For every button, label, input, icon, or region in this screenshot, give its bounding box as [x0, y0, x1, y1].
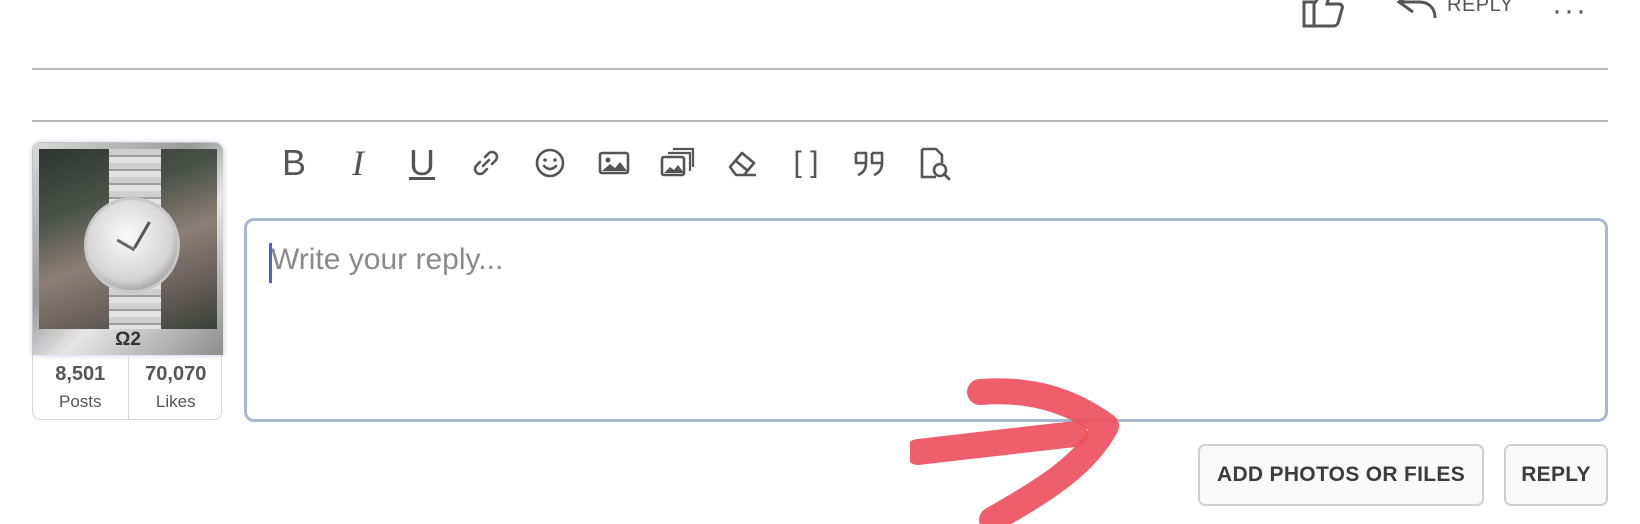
posts-count: 8,501: [55, 363, 106, 385]
clear-formatting-button[interactable]: [710, 138, 774, 188]
link-icon: [473, 150, 499, 176]
user-stats: 8,501 Posts 70,070 Likes: [33, 357, 223, 419]
thumbs-up-icon: [1302, 0, 1344, 28]
posts-label: Posts: [58, 392, 102, 411]
avatar-frame: Ω2: [33, 143, 223, 355]
insert-gallery-button[interactable]: [646, 138, 710, 188]
divider: [32, 68, 1608, 70]
italic-button[interactable]: I: [326, 138, 390, 188]
underline-icon: U: [409, 142, 435, 183]
reply-placeholder: Write your reply...: [271, 243, 504, 276]
bold-button[interactable]: B: [262, 138, 326, 188]
post-reply-button[interactable]: REPLY: [1395, 0, 1514, 22]
smiley-icon: [535, 148, 565, 178]
preview-icon: [920, 147, 951, 181]
likes-label: Likes: [155, 392, 196, 411]
likes-count: 70,070: [145, 363, 207, 385]
more-options-icon[interactable]: ···: [1552, 0, 1588, 28]
likes-stat: 70,070 Likes: [127, 357, 224, 419]
emoji-button[interactable]: [518, 138, 582, 188]
post-reply-label: REPLY: [1447, 0, 1514, 16]
user-card: Ω2 8,501 Posts 70,070 Likes: [32, 142, 223, 420]
like-button[interactable]: [1300, 0, 1344, 28]
divider: [32, 120, 1608, 122]
annotation-arrow: [910, 378, 1119, 524]
eraser-icon: [728, 151, 756, 177]
editor-toolbar: B I U [ ]: [262, 138, 966, 188]
gallery-icon: [660, 147, 695, 177]
brackets-icon: [ ]: [793, 146, 819, 179]
image-icon: [598, 151, 630, 175]
preview-button[interactable]: [902, 138, 966, 188]
avatar[interactable]: [39, 149, 217, 329]
bbcode-button[interactable]: [ ]: [774, 138, 838, 188]
post-actions-bar: REPLY ···: [0, 0, 1640, 40]
reply-button[interactable]: REPLY: [1504, 444, 1608, 506]
insert-image-button[interactable]: [582, 138, 646, 188]
bold-icon: B: [281, 142, 306, 183]
link-button[interactable]: [454, 138, 518, 188]
reply-arrow-icon: [1396, 0, 1437, 19]
add-photos-button[interactable]: ADD PHOTOS OR FILES: [1198, 444, 1484, 506]
watch-face: [84, 197, 180, 293]
text-caret: [269, 243, 272, 283]
posts-stat: 8,501 Posts: [33, 357, 128, 419]
quote-button[interactable]: [838, 138, 902, 188]
italic-icon: I: [352, 143, 364, 183]
underline-button[interactable]: U: [390, 138, 454, 188]
user-rank: Ω2: [115, 329, 141, 350]
quote-icon: [854, 151, 884, 177]
